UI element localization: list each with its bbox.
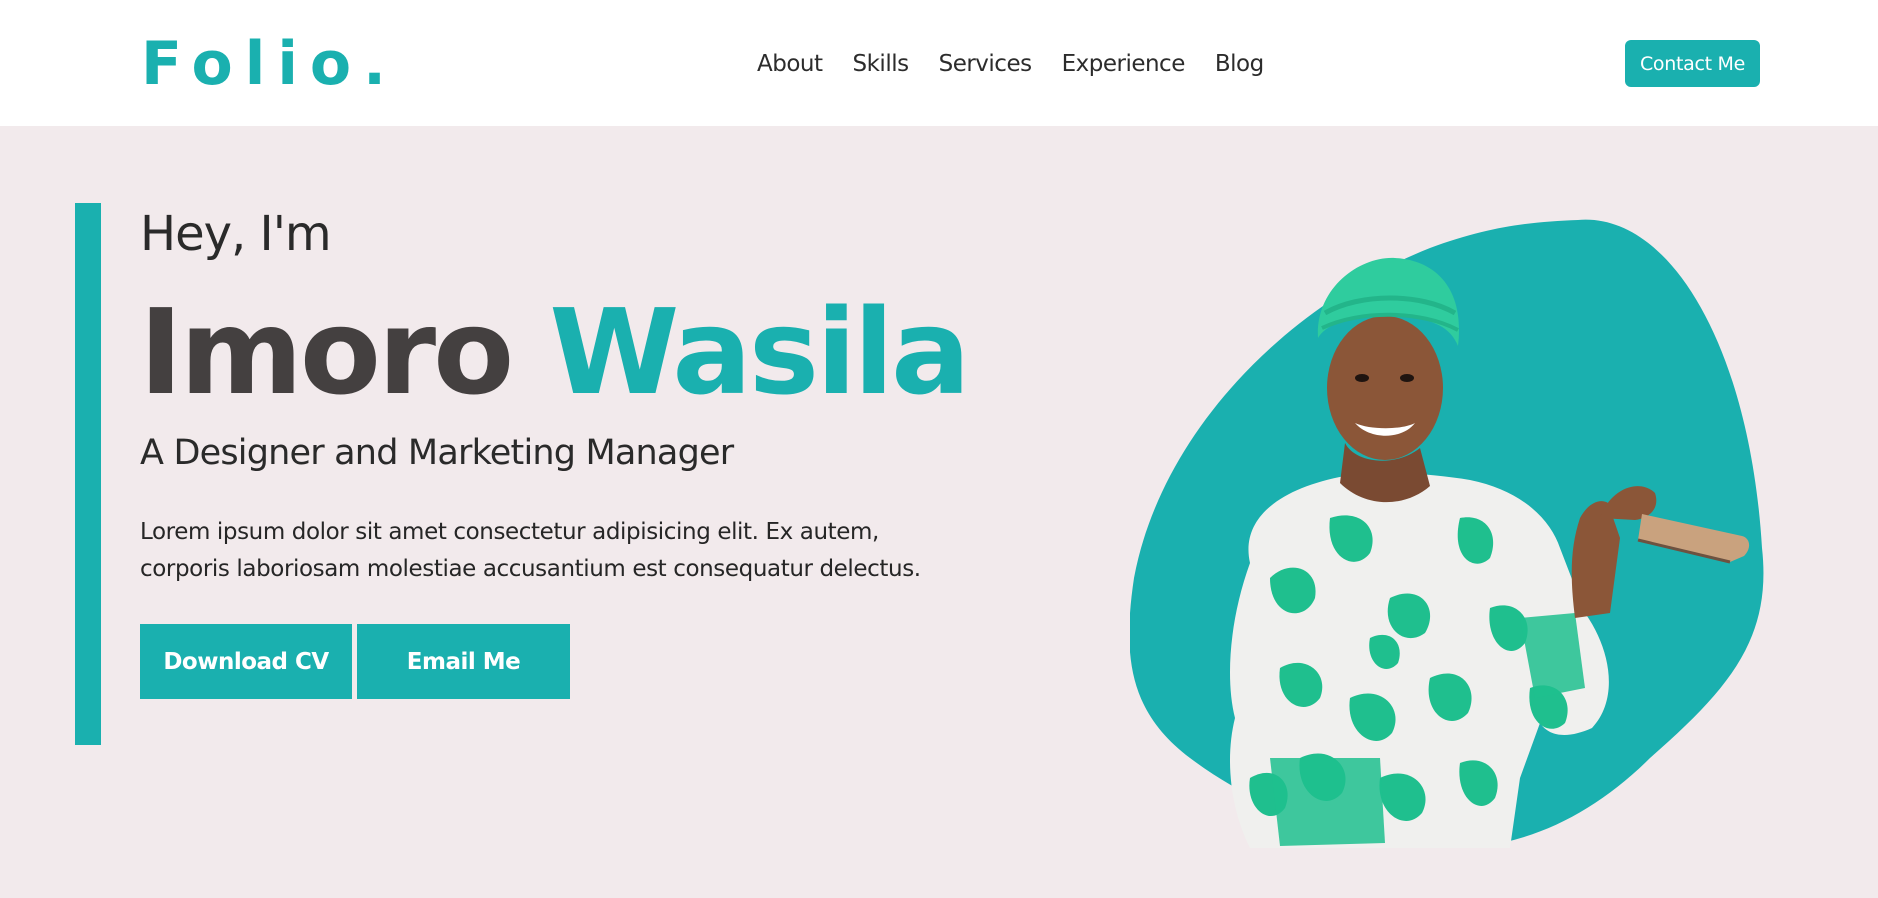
last-name: Wasila — [549, 283, 970, 421]
first-name: Imoro — [139, 283, 514, 421]
nav-skills[interactable]: Skills — [853, 44, 910, 84]
logo[interactable]: Folio. — [141, 24, 398, 104]
hero-name: Imoro Wasila — [139, 283, 971, 421]
nav-services[interactable]: Services — [939, 44, 1033, 84]
contact-me-button[interactable]: Contact Me — [1625, 40, 1760, 87]
download-cv-button[interactable]: Download CV — [140, 624, 352, 699]
nav-experience[interactable]: Experience — [1062, 44, 1186, 84]
bio-text: Lorem ipsum dolor sit amet consectetur a… — [140, 519, 921, 582]
nav-about[interactable]: About — [757, 44, 823, 84]
main-nav: About Skills Services Experience Blog — [757, 44, 1294, 84]
site-header: Folio. About Skills Services Experience … — [0, 0, 1878, 126]
role-title: A Designer and Marketing Manager — [140, 433, 734, 473]
accent-bar — [75, 203, 101, 745]
nav-blog[interactable]: Blog — [1215, 44, 1264, 84]
email-me-button[interactable]: Email Me — [357, 624, 570, 699]
portrait-image — [1130, 219, 1764, 848]
greeting: Hey, I'm — [140, 206, 332, 262]
